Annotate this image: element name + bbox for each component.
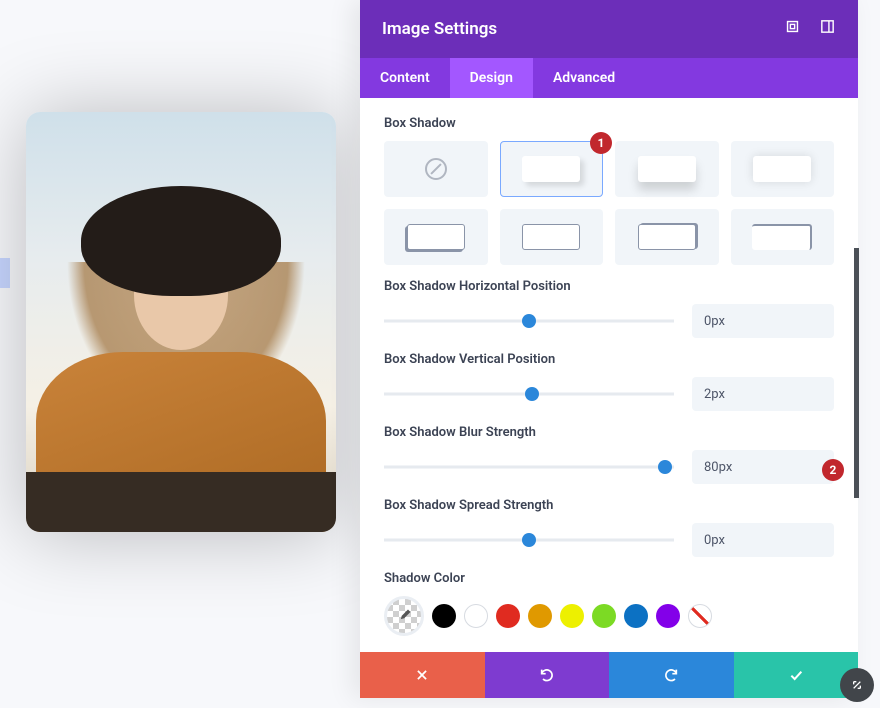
slider-spread-value[interactable] [692, 523, 834, 557]
settings-panel: Image Settings Content Design Advanced B… [360, 0, 858, 698]
preset-5[interactable] [500, 209, 604, 265]
panel-header: Image Settings [360, 0, 858, 58]
slider-horizontal: Box Shadow Horizontal Position [384, 279, 834, 338]
preset-1[interactable]: 1 [500, 141, 604, 197]
preset-6[interactable] [615, 209, 719, 265]
slider-horizontal-value[interactable] [692, 304, 834, 338]
preset-2[interactable] [615, 141, 719, 197]
shadow-color-section: Shadow Color [384, 571, 834, 636]
save-button[interactable] [734, 652, 859, 698]
panel-footer [360, 652, 858, 698]
slider-vertical-value[interactable] [692, 377, 834, 411]
resize-handle[interactable] [840, 668, 874, 702]
shadow-color-label: Shadow Color [384, 571, 834, 586]
color-orange[interactable] [528, 604, 552, 628]
snap-icon[interactable] [801, 18, 836, 40]
none-icon [425, 158, 447, 180]
page-accent-bar [0, 258, 10, 288]
tab-design[interactable]: Design [450, 58, 533, 98]
panel-content: Box Shadow 1 Box Shadow Horizontal Posit… [360, 98, 858, 652]
box-shadow-label: Box Shadow [384, 116, 834, 131]
scrollbar[interactable] [854, 248, 859, 498]
expand-icon[interactable] [766, 18, 801, 40]
slider-horizontal-track[interactable] [384, 313, 674, 329]
slider-blur-label: Box Shadow Blur Strength [384, 425, 834, 440]
shadow-presets: 1 [384, 141, 834, 265]
slider-blur: Box Shadow Blur Strength 2 [384, 425, 834, 484]
slider-vertical-track[interactable] [384, 386, 674, 402]
color-red[interactable] [496, 604, 520, 628]
color-green[interactable] [592, 604, 616, 628]
annotation-badge-2: 2 [822, 459, 844, 481]
color-transparent[interactable] [688, 604, 712, 628]
preset-4[interactable] [384, 209, 488, 265]
color-white[interactable] [464, 604, 488, 628]
tab-advanced[interactable]: Advanced [533, 58, 635, 98]
slider-spread: Box Shadow Spread Strength [384, 498, 834, 557]
slider-vertical-label: Box Shadow Vertical Position [384, 352, 834, 367]
slider-blur-track[interactable] [384, 459, 674, 475]
preset-7[interactable] [731, 209, 835, 265]
tab-content[interactable]: Content [360, 58, 450, 98]
cancel-button[interactable] [360, 652, 485, 698]
slider-horizontal-label: Box Shadow Horizontal Position [384, 279, 834, 294]
preset-none[interactable] [384, 141, 488, 197]
slider-spread-label: Box Shadow Spread Strength [384, 498, 834, 513]
slider-vertical: Box Shadow Vertical Position [384, 352, 834, 411]
panel-title: Image Settings [382, 19, 497, 39]
color-yellow[interactable] [560, 604, 584, 628]
tab-bar: Content Design Advanced [360, 58, 858, 98]
redo-button[interactable] [609, 652, 734, 698]
color-picker-button[interactable] [384, 596, 424, 636]
slider-spread-track[interactable] [384, 532, 674, 548]
image-preview [26, 112, 336, 532]
color-black[interactable] [432, 604, 456, 628]
annotation-badge-1: 1 [590, 132, 612, 154]
color-blue[interactable] [624, 604, 648, 628]
preset-3[interactable] [731, 141, 835, 197]
undo-button[interactable] [485, 652, 610, 698]
slider-blur-value[interactable] [692, 450, 834, 484]
color-purple[interactable] [656, 604, 680, 628]
